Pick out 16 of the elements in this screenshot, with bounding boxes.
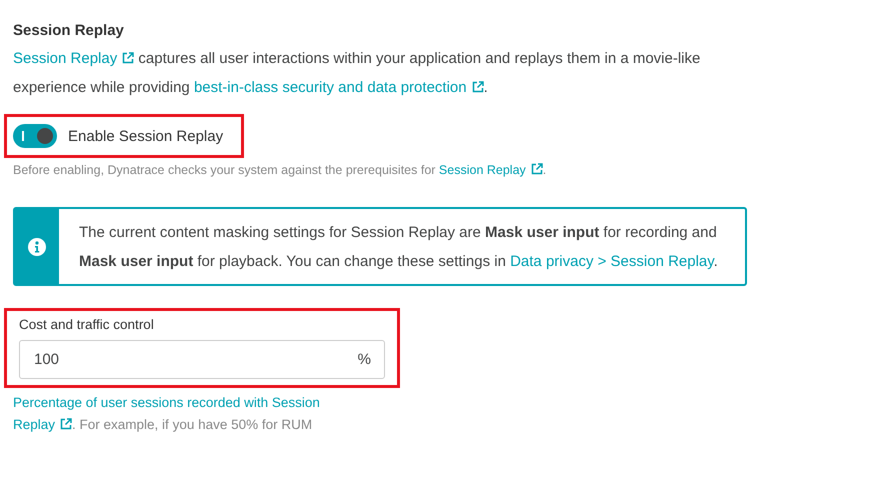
hint-text: Before enabling, Dynatrace checks your system against the prerequisites for Session Replay . — [13, 163, 548, 177]
link[interactable]: Replay — [13, 417, 72, 432]
link[interactable]: Session Replay — [13, 50, 134, 67]
link[interactable]: Session Replay — [438, 163, 543, 177]
info-icon — [28, 238, 46, 256]
intro-paragraph: Session Replay captures all user interactions within your application and replays them in a movie-like experience while providing best-in-class security and data protection . — [13, 49, 702, 98]
link[interactable]: best-in-class security and data protection — [194, 79, 484, 96]
unit-label: % — [358, 350, 371, 369]
section-title: Session Replay — [13, 21, 125, 41]
link[interactable]: Data privacy > Session Replay — [510, 252, 714, 270]
toggle-switch[interactable] — [13, 124, 57, 148]
field-label: Cost and traffic control — [19, 317, 155, 332]
toggle-label: Enable Session Replay — [68, 128, 224, 144]
info-message: The current content masking settings for Session Replay are Mask user input for recording and Mask user input for playback. You can change these settings in Data privacy > Session Replay. — [78, 223, 719, 272]
link[interactable]: Percentage of user sessions recorded with Session — [13, 395, 320, 410]
help-text: Percentage of user sessions recorded with Session Replay . For example, if you have 50% for RUM — [13, 394, 321, 434]
